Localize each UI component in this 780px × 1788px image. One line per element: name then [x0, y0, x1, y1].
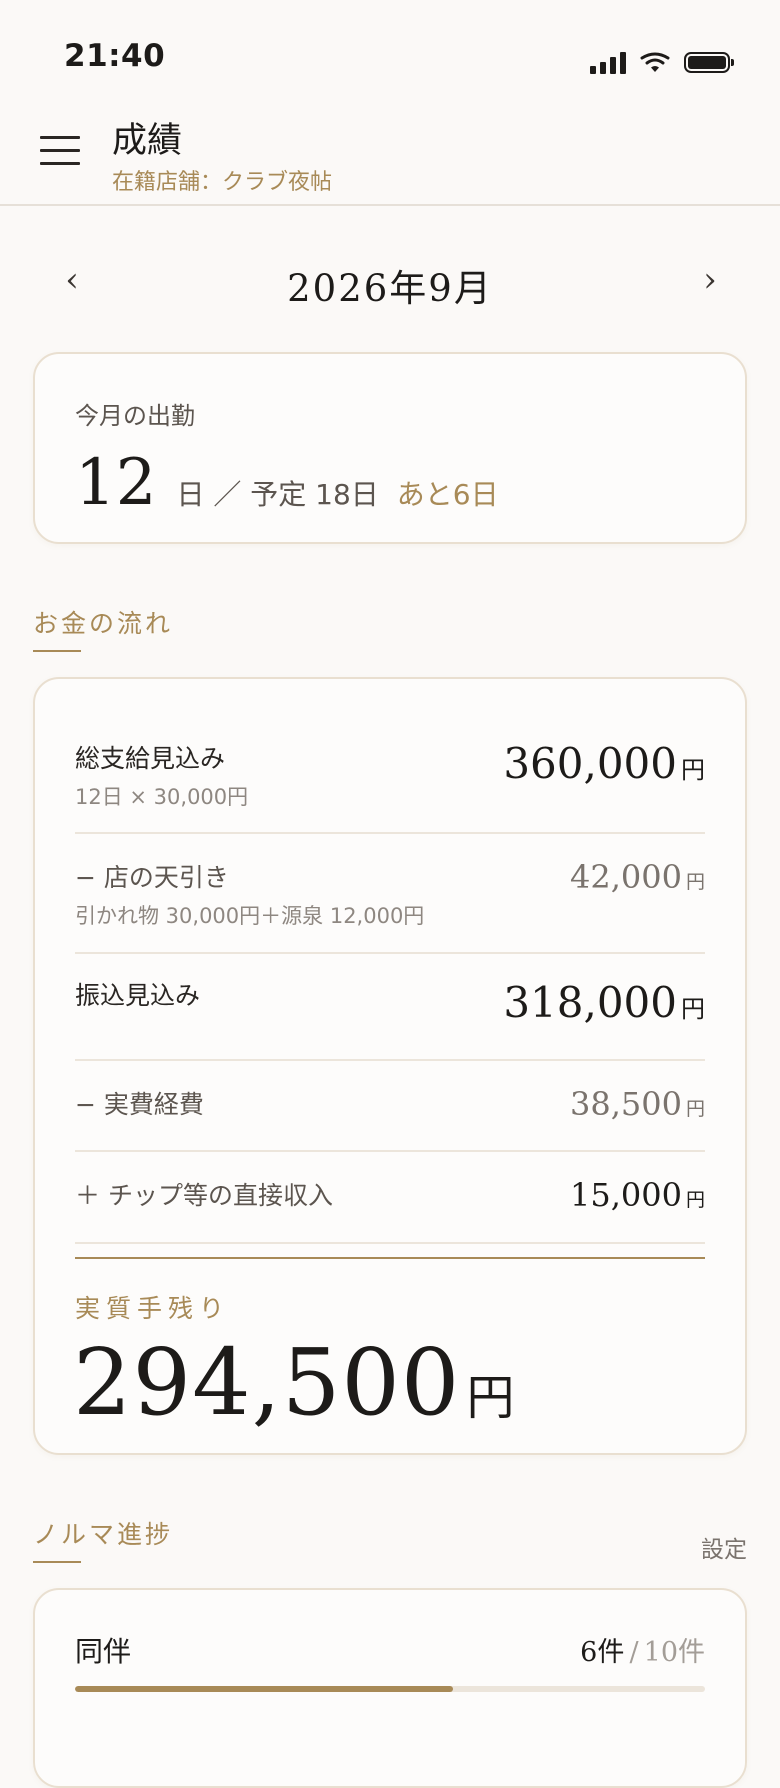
row-sublabel: 12日 × 30,000円: [75, 785, 249, 809]
row-amount: 318,000 円: [503, 978, 705, 1027]
row-amount: 42,000 円: [570, 858, 705, 896]
row-label: 振込見込み: [75, 981, 201, 1010]
quota-card: 同伴 6件 / 10件: [33, 1588, 747, 1788]
yen-unit: 円: [681, 995, 705, 1023]
page-title: 成績: [112, 121, 183, 161]
status-time: 21:40: [64, 38, 166, 74]
direct-income-row: ＋ チップ等の直接収入 15,000 円: [75, 1150, 705, 1244]
net-yen-unit: 円: [466, 1370, 515, 1426]
month-navigation: ‹ 2026年9月 ›: [0, 250, 780, 316]
net-take-home-label: 実質手残り: [75, 1294, 231, 1323]
row-label: − 実費経費: [75, 1090, 204, 1119]
app-header: 成績 在籍店舗：クラブ夜帖: [0, 100, 780, 206]
amount-value: 318,000: [503, 978, 677, 1027]
cellular-signal-icon: [590, 50, 626, 74]
yen-unit: 円: [681, 756, 705, 784]
row-amount: 360,000 円: [503, 739, 705, 788]
attendance-scheduled: 日 ／ 予定 18日: [176, 478, 379, 511]
next-month-button[interactable]: ›: [690, 260, 730, 300]
quota-settings-link[interactable]: 設定: [701, 1530, 747, 1564]
net-divider: [75, 1257, 705, 1259]
attendance-days: 12: [75, 446, 157, 520]
money-flow-card: 総支給見込み 12日 × 30,000円 360,000 円 − 店の天引き 引…: [33, 677, 747, 1455]
row-label: 総支給見込み: [75, 744, 226, 773]
net-take-home-amount: 294,500 円: [73, 1329, 514, 1436]
quota-item-value: 6件 / 10件: [580, 1630, 705, 1669]
yen-unit: 円: [685, 1098, 705, 1120]
quota-separator: /: [629, 1637, 639, 1668]
wifi-icon: [640, 52, 670, 72]
row-sublabel: 引かれ物 30,000円＋源泉 12,000円: [75, 904, 425, 928]
amount-value: 38,500: [570, 1085, 682, 1123]
quota-current: 6件: [580, 1637, 625, 1668]
attendance-remaining: あと6日: [396, 478, 499, 511]
month-label: 2026年9月: [287, 267, 493, 310]
section-underline: [33, 1561, 81, 1563]
store-deduction-row: − 店の天引き 引かれ物 30,000円＋源泉 12,000円 42,000 円: [75, 832, 705, 954]
row-amount: 38,500 円: [570, 1085, 705, 1123]
battery-icon: [684, 51, 734, 73]
expenses-row: − 実費経費 38,500 円: [75, 1059, 705, 1152]
gross-pay-row: 総支給見込み 12日 × 30,000円 360,000 円: [75, 719, 705, 834]
attendance-summary: 12 日 ／ 予定 18日 あと6日: [75, 446, 499, 520]
net-amount-value: 294,500: [73, 1329, 461, 1436]
quota-item-label: 同伴: [75, 1635, 132, 1668]
quota-section-title: ノルマ進捗: [33, 1520, 174, 1549]
attendance-card: 今月の出勤 12 日 ／ 予定 18日 あと6日: [33, 352, 747, 544]
attendance-label: 今月の出勤: [75, 402, 195, 430]
status-icons: [590, 50, 734, 74]
row-amount: 15,000 円: [570, 1176, 705, 1214]
yen-unit: 円: [685, 871, 705, 893]
section-underline: [33, 650, 81, 652]
row-label: ＋ チップ等の直接収入: [75, 1181, 333, 1210]
yen-unit: 円: [685, 1189, 705, 1211]
amount-value: 15,000: [570, 1176, 682, 1214]
amount-value: 360,000: [503, 739, 677, 788]
hamburger-menu-icon[interactable]: [40, 136, 80, 165]
row-label: − 店の天引き: [75, 863, 229, 892]
transfer-estimate-row: 振込見込み 318,000 円: [75, 952, 705, 1061]
quota-progress-fill: [75, 1686, 453, 1692]
money-flow-section-title: お金の流れ: [33, 609, 174, 638]
store-subtitle: 在籍店舗：クラブ夜帖: [112, 170, 333, 195]
amount-value: 42,000: [570, 858, 682, 896]
quota-target: 10件: [643, 1637, 705, 1668]
quota-progress-bar: [75, 1686, 705, 1692]
